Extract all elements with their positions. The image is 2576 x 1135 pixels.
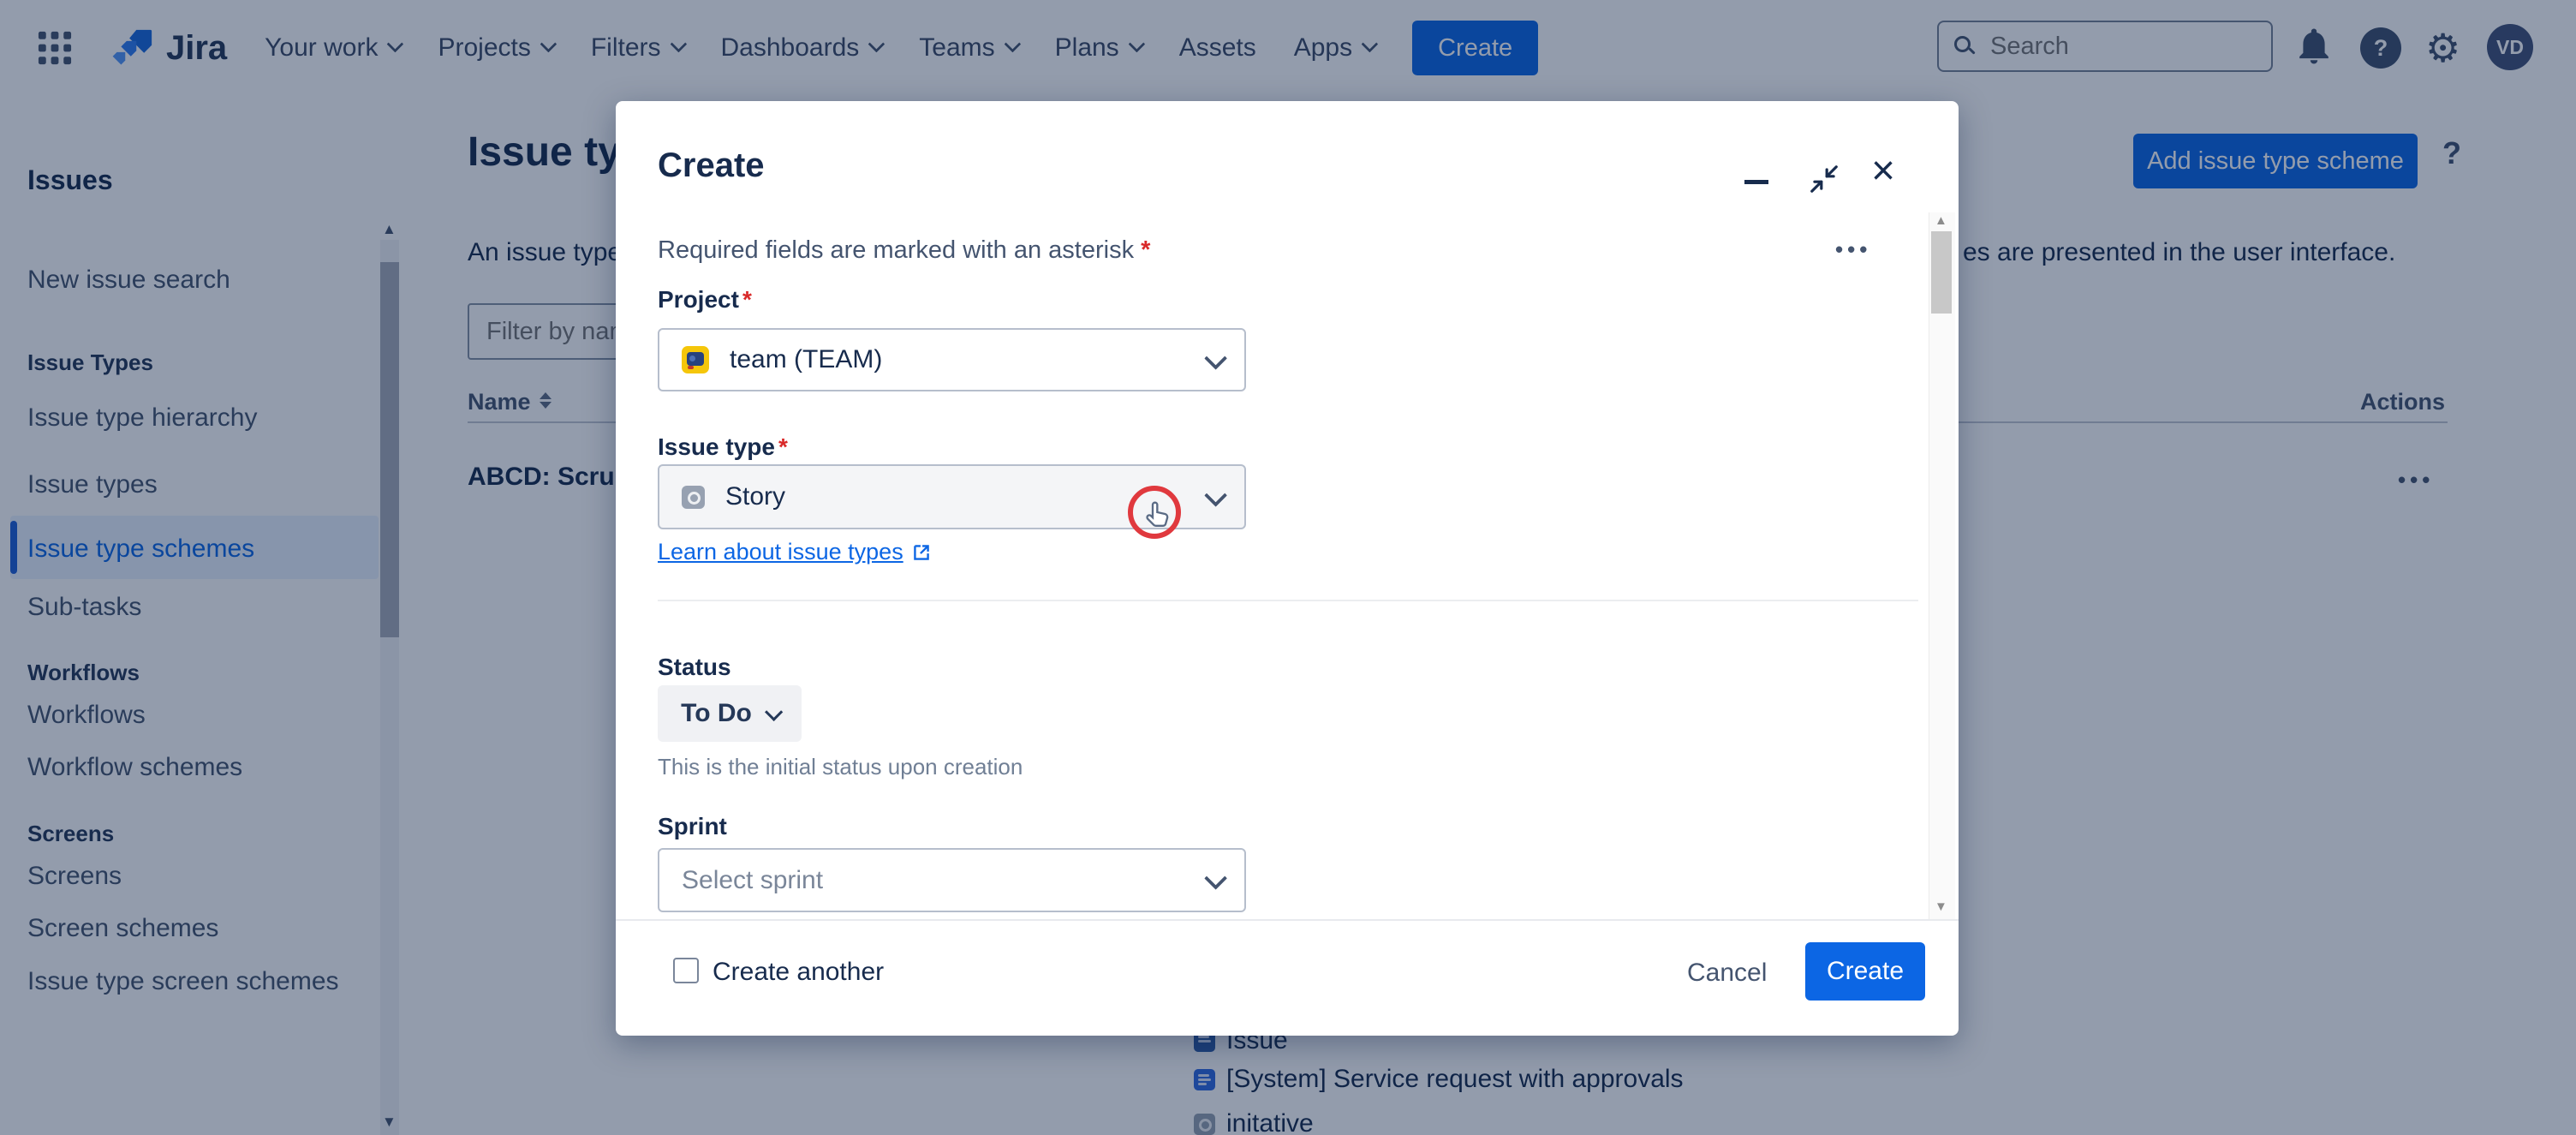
- create-another-label: Create another: [713, 958, 884, 987]
- project-select[interactable]: team (TEAM): [658, 328, 1246, 391]
- learn-about-issue-types-link[interactable]: Learn about issue types: [658, 539, 933, 565]
- chevron-down-icon: [1204, 867, 1227, 890]
- story-type-icon: [682, 486, 705, 509]
- scroll-up-arrow-icon[interactable]: ▲: [1935, 213, 1947, 228]
- status-helper-text: This is the initial status upon creation: [658, 754, 1023, 780]
- project-label: Project*: [658, 286, 752, 314]
- modal-scrollbar-track[interactable]: [1929, 212, 1955, 919]
- section-divider: [658, 600, 1918, 601]
- status-select[interactable]: To Do: [658, 685, 802, 742]
- exit-fullscreen-icon[interactable]: [1808, 163, 1840, 195]
- chevron-down-icon: [765, 702, 783, 720]
- modal-scrollbar-thumb[interactable]: [1931, 231, 1952, 314]
- chevron-down-icon: [1204, 346, 1227, 369]
- hand-cursor-icon: [1140, 497, 1174, 531]
- modal-title: Create: [658, 146, 765, 185]
- external-link-icon: [910, 541, 933, 564]
- required-fields-note: Required fields are marked with an aster…: [658, 236, 1150, 265]
- close-icon[interactable]: ×: [1871, 151, 1895, 192]
- modal-more-menu[interactable]: •••: [1835, 236, 1871, 263]
- create-issue-modal: Create × Required fields are marked with…: [616, 101, 1959, 1036]
- jira-app: Jira Your work Projects Filters Dashboar…: [0, 0, 2576, 1135]
- status-label: Status: [658, 654, 731, 681]
- footer-divider: [616, 919, 1959, 921]
- scroll-down-arrow-icon[interactable]: ▼: [1935, 899, 1947, 914]
- project-avatar-icon: [682, 346, 709, 373]
- cancel-button[interactable]: Cancel: [1687, 959, 1767, 988]
- sprint-label: Sprint: [658, 813, 727, 840]
- create-another-checkbox[interactable]: [673, 958, 699, 983]
- create-button[interactable]: Create: [1805, 942, 1925, 1001]
- sprint-select[interactable]: Select sprint: [658, 848, 1246, 912]
- chevron-down-icon: [1204, 483, 1227, 506]
- minimize-icon[interactable]: [1744, 180, 1768, 184]
- issue-type-label: Issue type*: [658, 433, 788, 461]
